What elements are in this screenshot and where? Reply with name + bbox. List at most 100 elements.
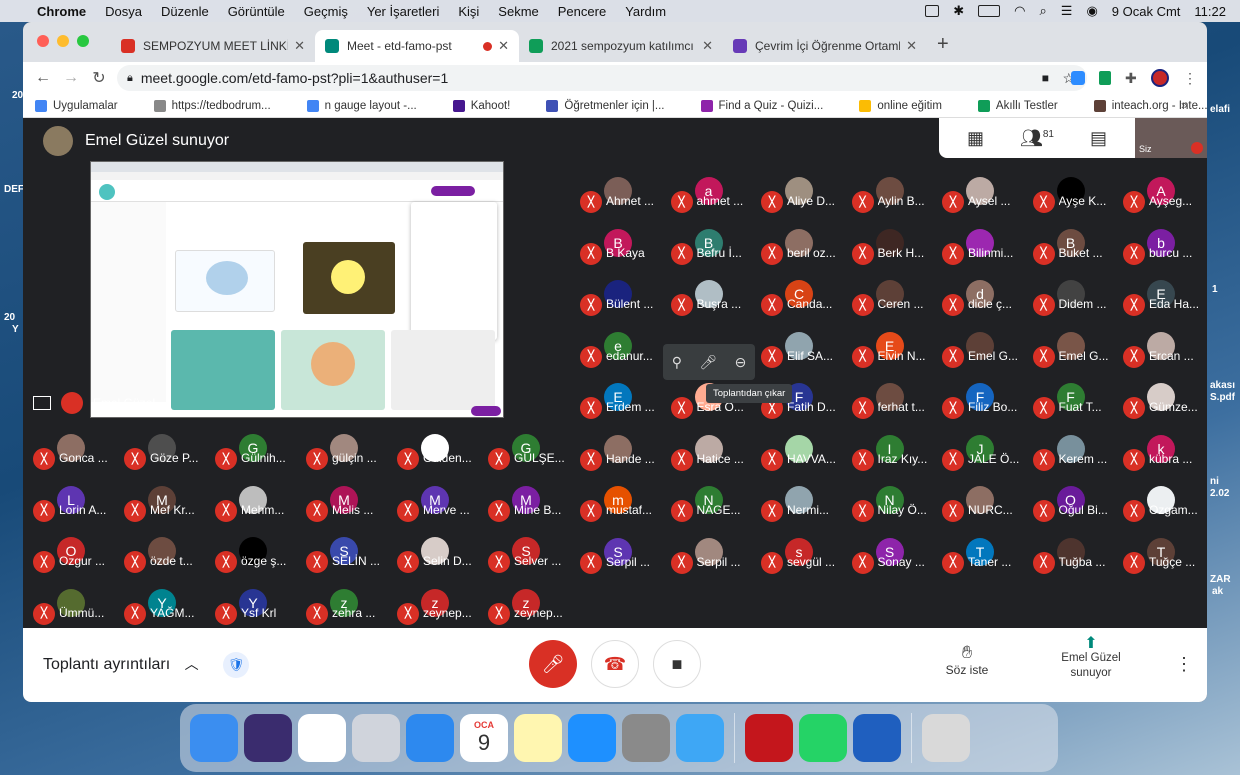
participant-tile[interactable]: E ╳ Erdem ... <box>576 379 664 423</box>
participant-tile[interactable]: C ╳ Canda... <box>757 276 845 320</box>
notes-icon[interactable] <box>514 714 562 762</box>
profile-avatar[interactable] <box>1151 69 1169 87</box>
menu-duzenle[interactable]: Düzenle <box>161 4 209 19</box>
participant-tile[interactable]: m ╳ mustaf... <box>576 482 664 526</box>
spotlight-search-icon[interactable]: ⌕ <box>1040 3 1047 19</box>
zoom-window-button[interactable] <box>77 35 89 47</box>
control-center-icon[interactable]: ☰ <box>1061 3 1073 19</box>
participant-tile[interactable]: F ╳ Fuat T... <box>1029 379 1117 423</box>
word-icon[interactable] <box>853 714 901 762</box>
participant-tile[interactable]: s ╳ sevgül ... <box>757 534 845 578</box>
sheets-extension-icon[interactable] <box>1099 71 1111 85</box>
trash-icon[interactable] <box>922 714 970 762</box>
participant-tile[interactable]: ╳ Aysel ... <box>938 173 1026 217</box>
close-tab-icon[interactable]: ✕ <box>294 38 305 54</box>
chat-icon[interactable]: ▤ <box>1090 128 1107 149</box>
participant-tile[interactable]: z ╳ zeynep... <box>393 585 481 629</box>
raise-hand-button[interactable]: ✋︎ Söz iste <box>929 642 1005 677</box>
mic-toggle-button[interactable]: 🎤︎ <box>529 640 577 688</box>
leave-call-button[interactable]: ☎ <box>591 640 639 688</box>
bookmark-item[interactable]: inteach.org - Inte... <box>1093 99 1207 112</box>
bookmarks-overflow-icon[interactable]: » <box>1181 98 1188 112</box>
participant-tile[interactable]: ╳ Hatice ... <box>667 431 755 475</box>
menu-yer-isaretleri[interactable]: Yer İşaretleri <box>367 4 440 19</box>
participant-tile[interactable]: z ╳ zehra ... <box>302 585 390 629</box>
participant-tile[interactable]: ╳ HAVVA... <box>757 431 845 475</box>
participant-tile[interactable]: ╳ Aylin B... <box>848 173 936 217</box>
participant-tile[interactable]: L ╳ Lorin A... <box>29 482 117 526</box>
screen-mirroring-icon[interactable] <box>925 5 940 17</box>
present-screen-icon[interactable] <box>33 396 51 410</box>
bookmark-item[interactable]: https://tedbodrum... <box>153 99 289 112</box>
bookmark-item[interactable]: online eğitim <box>859 99 960 112</box>
layout-grid-icon[interactable]: ▦ <box>967 128 984 149</box>
participant-tile[interactable]: ╳ Ahmet ... <box>576 173 664 217</box>
host-controls-shield-icon[interactable]: 🛡︎ <box>223 652 249 678</box>
new-tab-button[interactable]: + <box>937 33 949 56</box>
participant-tile[interactable]: ╳ Gümze... <box>1119 379 1207 423</box>
menu-app-name[interactable]: Chrome <box>37 4 86 19</box>
chrome-icon[interactable] <box>298 714 346 762</box>
close-tab-icon[interactable]: ✕ <box>906 38 917 54</box>
participant-tile[interactable]: ╳ Göze P... <box>120 430 208 474</box>
participant-tile[interactable]: A ╳ Ayşeg... <box>1119 173 1207 217</box>
safari-icon[interactable] <box>406 714 454 762</box>
camera-blocked-icon[interactable]: ■ <box>1042 71 1049 85</box>
participant-tile[interactable]: ╳ Ercan ... <box>1119 328 1207 372</box>
bookmark-item[interactable]: Find a Quiz - Quizi... <box>700 99 842 112</box>
participant-tile[interactable]: d ╳ dicle ç... <box>938 276 1026 320</box>
participant-tile[interactable]: e ╳ edanur... <box>576 328 664 372</box>
wifi-icon[interactable]: ◠ <box>1014 3 1025 19</box>
bookmark-item[interactable]: Akıllı Testler <box>977 99 1076 112</box>
omnibox[interactable]: 🔒︎ meet.google.com/etd-famo-pst?pli=1&au… <box>117 65 1087 91</box>
bookmark-item[interactable]: Kahoot! <box>452 99 529 112</box>
zoom-extension-icon[interactable] <box>1071 71 1085 85</box>
participant-tile[interactable]: G ╳ GÜLŞE... <box>484 430 572 474</box>
bookmark-item[interactable]: Öğretmenler için |... <box>546 99 682 112</box>
participant-tile[interactable]: J ╳ JALE Ö... <box>938 431 1026 475</box>
participants-icon[interactable]: 👥︎81 <box>1020 128 1054 149</box>
tab-1[interactable]: Meet - etd-famo-pst ✕ <box>315 30 519 62</box>
participant-tile[interactable]: M ╳ Mine B... <box>484 482 572 526</box>
participant-tile[interactable]: ╳ Emel G... <box>938 328 1026 372</box>
user-flag-icon[interactable]: ◉ <box>1086 3 1097 19</box>
pin-icon[interactable]: ⚲ <box>672 354 682 371</box>
participant-tile[interactable]: ╳ Ceren ... <box>848 276 936 320</box>
participant-tile[interactable]: ╳ NURC... <box>938 482 1026 526</box>
menu-sekme[interactable]: Sekme <box>498 4 538 19</box>
participant-tile[interactable]: ╳ Serpil ... <box>667 534 755 578</box>
participant-tile[interactable]: F ╳ Filiz Bo... <box>938 379 1026 423</box>
participant-tile[interactable]: Y ╳ Ysf Krl <box>211 585 299 629</box>
participant-tile[interactable]: Y ╳ YAĞM... <box>120 585 208 629</box>
chrome-menu-icon[interactable]: ⋮ <box>1183 70 1197 87</box>
participant-tile[interactable]: M ╳ Melis ... <box>302 482 390 526</box>
participant-tile[interactable]: M ╳ Mef Kr... <box>120 482 208 526</box>
mail-icon[interactable] <box>676 714 724 762</box>
participant-tile[interactable]: ╳ beril oz... <box>757 225 845 269</box>
participant-tile[interactable]: b ╳ burcu ... <box>1119 225 1207 269</box>
battery-icon[interactable] <box>978 5 1001 17</box>
participant-tile[interactable]: ╳ Selin D... <box>393 533 481 577</box>
close-window-button[interactable] <box>37 35 49 47</box>
participant-tile[interactable]: ╳ Aliye D... <box>757 173 845 217</box>
participant-tile[interactable]: ╳ özde t... <box>120 533 208 577</box>
participant-tile[interactable]: ╳ Emel G... <box>1029 328 1117 372</box>
siri-icon[interactable] <box>244 714 292 762</box>
participant-tile[interactable]: z ╳ zeynep... <box>484 585 572 629</box>
participant-tile[interactable]: ╳ Ayşe K... <box>1029 173 1117 217</box>
menubar-date[interactable]: 9 Ocak Cmt <box>1112 4 1181 19</box>
whatsapp-icon[interactable] <box>799 714 847 762</box>
bookmark-item[interactable]: Uygulamalar <box>35 99 136 112</box>
meeting-details-button[interactable]: Toplantı ayrıntıları ︿ <box>43 654 199 674</box>
bookmark-item[interactable]: n gauge layout -... <box>306 99 435 112</box>
menu-gecmis[interactable]: Geçmiş <box>304 4 348 19</box>
participant-tile[interactable]: N ╳ NAGE... <box>667 482 755 526</box>
calendar-icon[interactable]: OCA 9 <box>460 714 508 762</box>
menu-kisi[interactable]: Kişi <box>458 4 479 19</box>
participant-tile[interactable]: ╳ Ümmü... <box>29 585 117 629</box>
participant-tile[interactable]: T ╳ Tuğçe ... <box>1119 534 1207 578</box>
participant-tile[interactable]: ╳ Hande ... <box>576 431 664 475</box>
tab-3[interactable]: Çevrim İçi Öğrenme Ortamların ✕ <box>723 30 927 62</box>
url-text[interactable]: meet.google.com/etd-famo-pst?pli=1&authu… <box>141 70 448 86</box>
participant-tile[interactable]: O ╳ Oğul Bi... <box>1029 482 1117 526</box>
